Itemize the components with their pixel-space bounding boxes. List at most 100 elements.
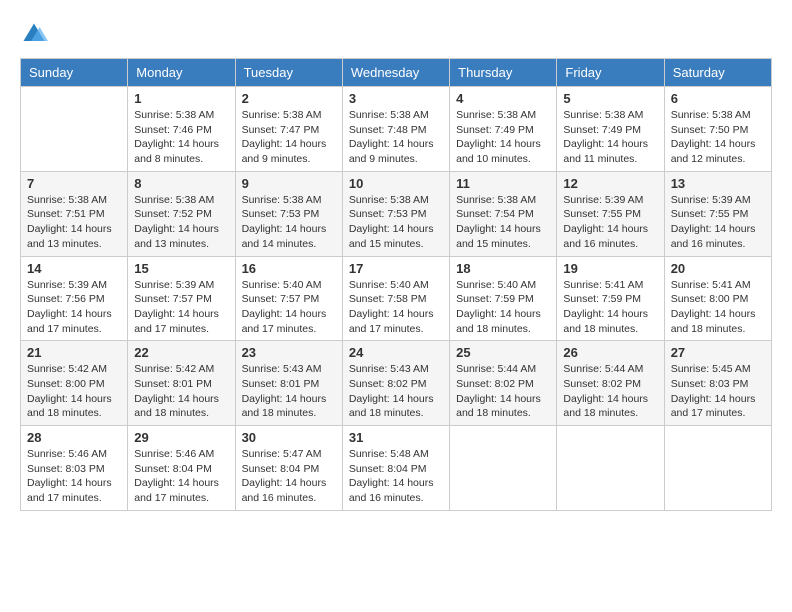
daylight-text: Daylight: 14 hours and 9 minutes. (242, 137, 336, 166)
sunrise-text: Sunrise: 5:38 AM (134, 108, 228, 123)
calendar-header-row: SundayMondayTuesdayWednesdayThursdayFrid… (21, 59, 772, 87)
sunrise-text: Sunrise: 5:38 AM (242, 193, 336, 208)
sunset-text: Sunset: 8:04 PM (349, 462, 443, 477)
sunset-text: Sunset: 8:04 PM (134, 462, 228, 477)
calendar-cell: 12 Sunrise: 5:39 AM Sunset: 7:55 PM Dayl… (557, 171, 664, 256)
daylight-text: Daylight: 14 hours and 16 minutes. (349, 476, 443, 505)
sunset-text: Sunset: 7:48 PM (349, 123, 443, 138)
day-number: 18 (456, 261, 550, 276)
sunset-text: Sunset: 7:57 PM (242, 292, 336, 307)
day-number: 5 (563, 91, 657, 106)
sunrise-text: Sunrise: 5:38 AM (563, 108, 657, 123)
daylight-text: Daylight: 14 hours and 13 minutes. (27, 222, 121, 251)
day-number: 6 (671, 91, 765, 106)
calendar-cell: 29 Sunrise: 5:46 AM Sunset: 8:04 PM Dayl… (128, 426, 235, 511)
sunrise-text: Sunrise: 5:41 AM (563, 278, 657, 293)
day-info: Sunrise: 5:44 AM Sunset: 8:02 PM Dayligh… (456, 362, 550, 421)
daylight-text: Daylight: 14 hours and 11 minutes. (563, 137, 657, 166)
day-info: Sunrise: 5:38 AM Sunset: 7:52 PM Dayligh… (134, 193, 228, 252)
sunrise-text: Sunrise: 5:38 AM (242, 108, 336, 123)
calendar-cell: 8 Sunrise: 5:38 AM Sunset: 7:52 PM Dayli… (128, 171, 235, 256)
column-header-friday: Friday (557, 59, 664, 87)
sunrise-text: Sunrise: 5:45 AM (671, 362, 765, 377)
day-info: Sunrise: 5:43 AM Sunset: 8:02 PM Dayligh… (349, 362, 443, 421)
sunset-text: Sunset: 7:53 PM (242, 207, 336, 222)
day-number: 4 (456, 91, 550, 106)
day-info: Sunrise: 5:40 AM Sunset: 7:57 PM Dayligh… (242, 278, 336, 337)
sunrise-text: Sunrise: 5:42 AM (134, 362, 228, 377)
calendar-cell: 31 Sunrise: 5:48 AM Sunset: 8:04 PM Dayl… (342, 426, 449, 511)
sunrise-text: Sunrise: 5:40 AM (456, 278, 550, 293)
daylight-text: Daylight: 14 hours and 17 minutes. (27, 307, 121, 336)
day-info: Sunrise: 5:38 AM Sunset: 7:53 PM Dayligh… (242, 193, 336, 252)
calendar-cell: 5 Sunrise: 5:38 AM Sunset: 7:49 PM Dayli… (557, 87, 664, 172)
day-info: Sunrise: 5:42 AM Sunset: 8:01 PM Dayligh… (134, 362, 228, 421)
day-number: 9 (242, 176, 336, 191)
day-number: 28 (27, 430, 121, 445)
day-info: Sunrise: 5:48 AM Sunset: 8:04 PM Dayligh… (349, 447, 443, 506)
sunset-text: Sunset: 8:04 PM (242, 462, 336, 477)
daylight-text: Daylight: 14 hours and 18 minutes. (563, 307, 657, 336)
day-number: 27 (671, 345, 765, 360)
sunrise-text: Sunrise: 5:44 AM (456, 362, 550, 377)
logo-icon (20, 20, 48, 48)
sunrise-text: Sunrise: 5:38 AM (671, 108, 765, 123)
calendar-cell: 21 Sunrise: 5:42 AM Sunset: 8:00 PM Dayl… (21, 341, 128, 426)
sunrise-text: Sunrise: 5:40 AM (349, 278, 443, 293)
calendar-week-row: 7 Sunrise: 5:38 AM Sunset: 7:51 PM Dayli… (21, 171, 772, 256)
sunrise-text: Sunrise: 5:39 AM (134, 278, 228, 293)
calendar-cell: 9 Sunrise: 5:38 AM Sunset: 7:53 PM Dayli… (235, 171, 342, 256)
daylight-text: Daylight: 14 hours and 18 minutes. (456, 392, 550, 421)
day-number: 8 (134, 176, 228, 191)
day-number: 3 (349, 91, 443, 106)
calendar-cell: 6 Sunrise: 5:38 AM Sunset: 7:50 PM Dayli… (664, 87, 771, 172)
calendar-cell: 13 Sunrise: 5:39 AM Sunset: 7:55 PM Dayl… (664, 171, 771, 256)
calendar-cell: 28 Sunrise: 5:46 AM Sunset: 8:03 PM Dayl… (21, 426, 128, 511)
sunset-text: Sunset: 8:03 PM (27, 462, 121, 477)
day-number: 31 (349, 430, 443, 445)
sunset-text: Sunset: 8:02 PM (563, 377, 657, 392)
daylight-text: Daylight: 14 hours and 12 minutes. (671, 137, 765, 166)
day-info: Sunrise: 5:38 AM Sunset: 7:49 PM Dayligh… (456, 108, 550, 167)
sunrise-text: Sunrise: 5:38 AM (456, 108, 550, 123)
column-header-monday: Monday (128, 59, 235, 87)
calendar-cell: 14 Sunrise: 5:39 AM Sunset: 7:56 PM Dayl… (21, 256, 128, 341)
calendar-week-row: 21 Sunrise: 5:42 AM Sunset: 8:00 PM Dayl… (21, 341, 772, 426)
daylight-text: Daylight: 14 hours and 16 minutes. (671, 222, 765, 251)
day-info: Sunrise: 5:46 AM Sunset: 8:03 PM Dayligh… (27, 447, 121, 506)
day-number: 7 (27, 176, 121, 191)
day-number: 23 (242, 345, 336, 360)
sunset-text: Sunset: 7:55 PM (563, 207, 657, 222)
calendar-cell (664, 426, 771, 511)
calendar-cell (21, 87, 128, 172)
sunset-text: Sunset: 8:03 PM (671, 377, 765, 392)
sunset-text: Sunset: 8:01 PM (242, 377, 336, 392)
calendar-cell: 10 Sunrise: 5:38 AM Sunset: 7:53 PM Dayl… (342, 171, 449, 256)
sunrise-text: Sunrise: 5:43 AM (349, 362, 443, 377)
sunrise-text: Sunrise: 5:38 AM (349, 108, 443, 123)
day-number: 29 (134, 430, 228, 445)
calendar-cell: 24 Sunrise: 5:43 AM Sunset: 8:02 PM Dayl… (342, 341, 449, 426)
sunset-text: Sunset: 7:51 PM (27, 207, 121, 222)
day-number: 22 (134, 345, 228, 360)
day-number: 14 (27, 261, 121, 276)
day-info: Sunrise: 5:46 AM Sunset: 8:04 PM Dayligh… (134, 447, 228, 506)
daylight-text: Daylight: 14 hours and 17 minutes. (349, 307, 443, 336)
sunrise-text: Sunrise: 5:48 AM (349, 447, 443, 462)
column-header-tuesday: Tuesday (235, 59, 342, 87)
calendar-cell: 22 Sunrise: 5:42 AM Sunset: 8:01 PM Dayl… (128, 341, 235, 426)
day-info: Sunrise: 5:44 AM Sunset: 8:02 PM Dayligh… (563, 362, 657, 421)
sunrise-text: Sunrise: 5:39 AM (671, 193, 765, 208)
daylight-text: Daylight: 14 hours and 17 minutes. (134, 476, 228, 505)
day-info: Sunrise: 5:38 AM Sunset: 7:54 PM Dayligh… (456, 193, 550, 252)
daylight-text: Daylight: 14 hours and 15 minutes. (456, 222, 550, 251)
daylight-text: Daylight: 14 hours and 14 minutes. (242, 222, 336, 251)
daylight-text: Daylight: 14 hours and 16 minutes. (242, 476, 336, 505)
daylight-text: Daylight: 14 hours and 16 minutes. (563, 222, 657, 251)
day-number: 26 (563, 345, 657, 360)
calendar-cell: 7 Sunrise: 5:38 AM Sunset: 7:51 PM Dayli… (21, 171, 128, 256)
day-number: 21 (27, 345, 121, 360)
daylight-text: Daylight: 14 hours and 17 minutes. (27, 476, 121, 505)
calendar-cell (450, 426, 557, 511)
sunset-text: Sunset: 7:53 PM (349, 207, 443, 222)
